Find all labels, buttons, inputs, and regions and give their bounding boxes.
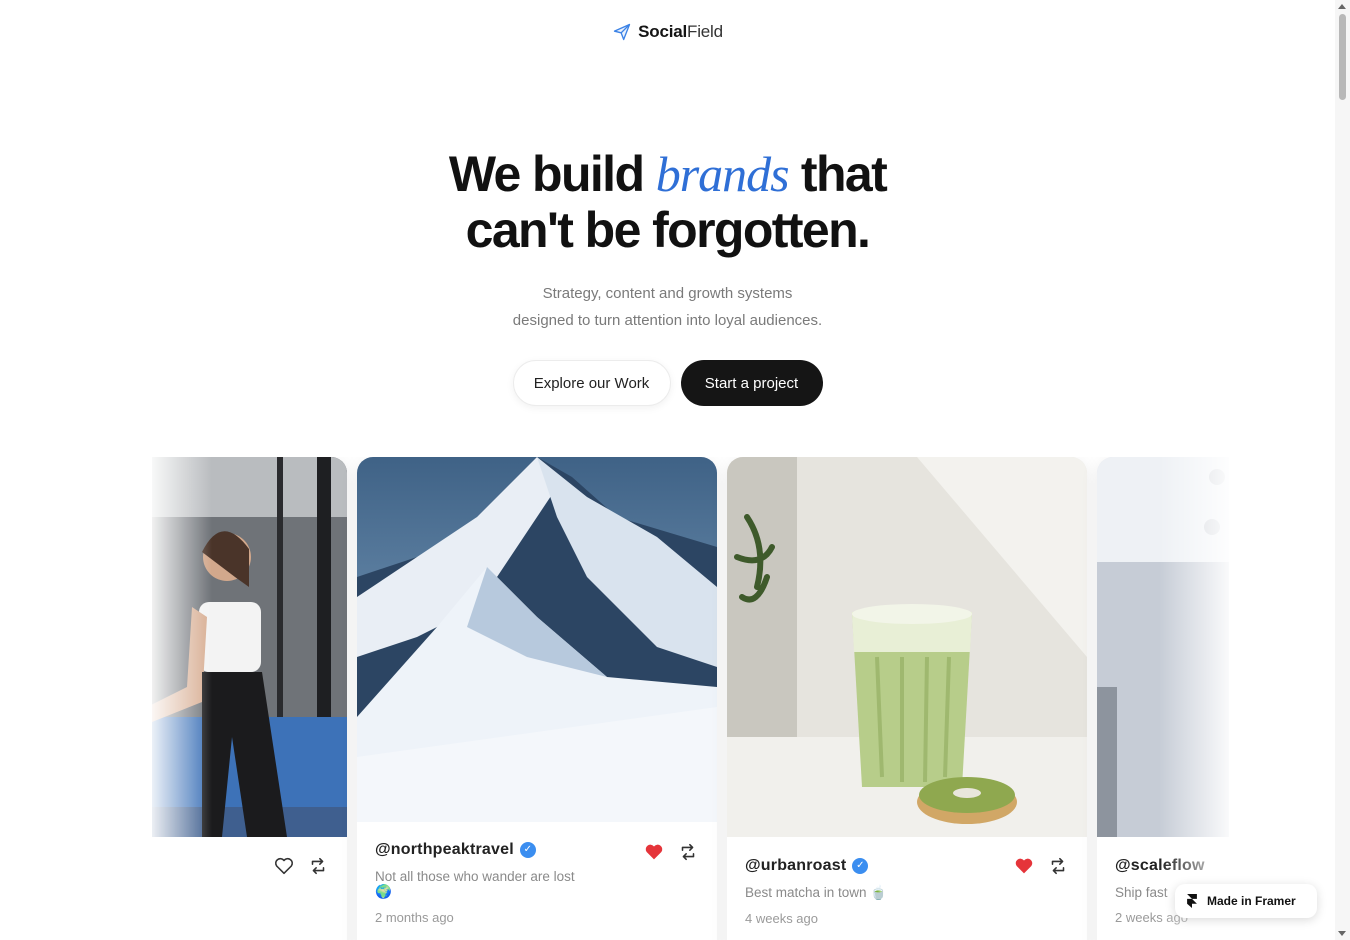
headline-text: We build xyxy=(448,146,656,202)
carousel-fade-left xyxy=(152,457,212,940)
repost-icon[interactable] xyxy=(1047,855,1069,877)
post-caption: Not all those who wander are lost 🌍 xyxy=(375,869,575,899)
post-card[interactable]: @northpeaktravel ✓ Not all those who wan… xyxy=(357,457,717,940)
carousel-fade-right xyxy=(1159,457,1229,940)
cta-row: Explore our Work Start a project xyxy=(0,360,1335,406)
page: SocialField We build brands that can't b… xyxy=(0,0,1350,940)
post-handle[interactable]: @northpeaktravel xyxy=(375,841,514,859)
post-actions xyxy=(273,855,329,877)
hero-section: We build brands that can't be forgotten.… xyxy=(0,146,1335,406)
post-timestamp: 2 months ago xyxy=(375,910,454,925)
post-timestamp: 4 weeks ago xyxy=(745,911,818,926)
page-scrollbar[interactable] xyxy=(1335,0,1350,940)
hero-subtext: Strategy, content and growth systems des… xyxy=(512,285,823,329)
repost-icon[interactable] xyxy=(307,855,329,877)
post-actions xyxy=(1013,855,1069,877)
post-actions xyxy=(643,841,699,863)
post-caption: Best matcha in town 🍵 xyxy=(745,885,888,900)
brand-name: SocialField xyxy=(638,22,723,41)
post-photo-mountain xyxy=(357,457,717,822)
posts-carousel[interactable]: ✨ @northpeaktravel ✓ Not xyxy=(152,457,1229,940)
brand-logo[interactable]: SocialField xyxy=(0,22,1335,42)
scroll-up-arrow-icon[interactable] xyxy=(1338,4,1346,9)
start-project-button[interactable]: Start a project xyxy=(680,360,823,406)
verified-badge-icon: ✓ xyxy=(852,858,869,874)
scroll-down-arrow-icon[interactable] xyxy=(1338,931,1346,936)
heart-outline-icon[interactable] xyxy=(273,855,295,877)
post-handle[interactable]: @urbanroast xyxy=(745,857,846,875)
hero-headline: We build brands that can't be forgotten. xyxy=(0,146,1335,258)
scroll-thumb[interactable] xyxy=(1339,14,1346,100)
made-in-framer-badge[interactable]: Made in Framer xyxy=(1175,884,1317,918)
post-card[interactable]: @urbanroast ✓ Best matcha in town 🍵 4 we… xyxy=(727,457,1087,940)
paper-plane-icon xyxy=(613,23,631,41)
framer-logo-icon xyxy=(1187,894,1197,908)
headline-line-2: can't be forgotten. xyxy=(465,202,871,258)
headline-text-end: that xyxy=(788,146,888,202)
framer-badge-label: Made in Framer xyxy=(1207,894,1296,908)
heart-filled-icon[interactable] xyxy=(643,841,665,863)
explore-work-button[interactable]: Explore our Work xyxy=(512,360,671,406)
repost-icon[interactable] xyxy=(677,841,699,863)
headline-accent: brands xyxy=(655,146,790,202)
post-photo-matcha xyxy=(727,457,1087,837)
heart-filled-icon[interactable] xyxy=(1013,855,1035,877)
verified-badge-icon: ✓ xyxy=(519,842,536,858)
